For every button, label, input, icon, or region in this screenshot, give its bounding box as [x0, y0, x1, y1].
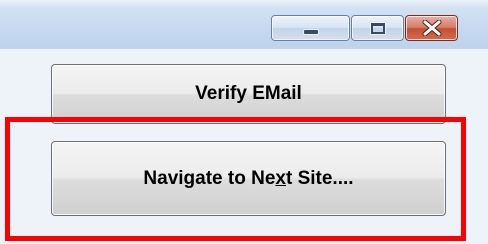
navigate-next-site-label: Navigate to Next Site.... [143, 168, 353, 190]
minimize-button[interactable] [271, 15, 350, 41]
close-button[interactable] [405, 15, 458, 41]
minimize-icon [304, 30, 318, 34]
verify-email-label: Verify EMail [195, 83, 302, 104]
verify-email-button[interactable]: Verify EMail [51, 64, 446, 124]
maximize-icon [371, 23, 385, 34]
title-bar-sheen [0, 0, 488, 8]
navigate-next-site-button[interactable]: Navigate to Next Site.... [51, 141, 446, 216]
close-icon [422, 20, 442, 36]
maximize-button[interactable] [351, 15, 404, 41]
client-area-edge [0, 46, 488, 49]
dialog-window: Verify EMail Navigate to Next Site.... [0, 0, 488, 244]
navigate-label-part-1: Navigate to Ne [143, 167, 276, 189]
title-bar[interactable] [0, 0, 488, 46]
navigate-mnemonic-char: x [275, 167, 286, 189]
navigate-label-part-2: t Site.... [285, 167, 354, 189]
